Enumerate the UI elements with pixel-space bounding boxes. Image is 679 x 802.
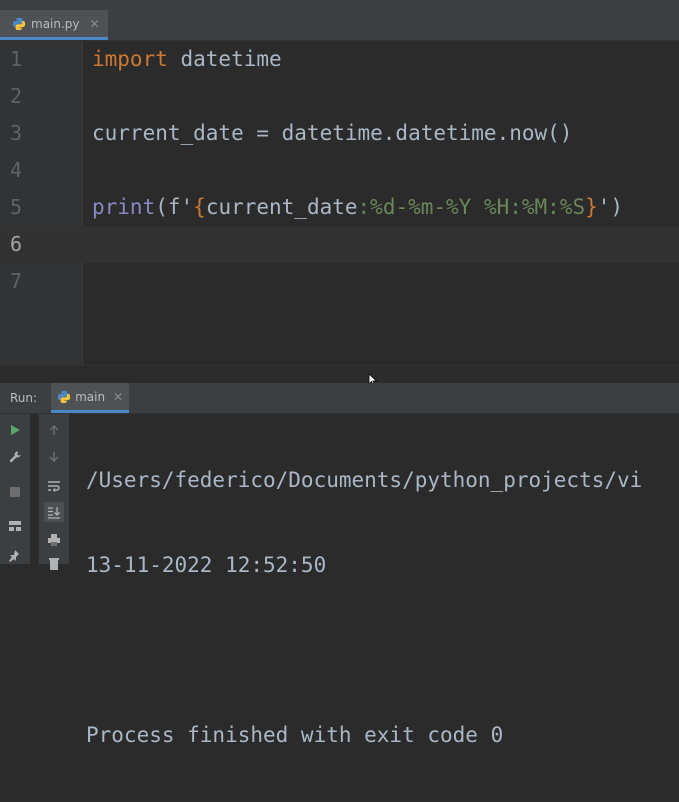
line-number: 3 [9, 121, 23, 145]
close-tab-icon[interactable]: ✕ [90, 17, 100, 31]
arrow-up-icon [49, 424, 59, 435]
code-text: print(f'{current_date:%d-%m-%Y %H:%M:%S}… [92, 195, 624, 219]
run-panel-header: Run: main ✕ [0, 383, 679, 414]
code-editor[interactable]: 1 import datetime 2 3 current_date = dat… [0, 41, 679, 365]
play-icon [11, 425, 20, 435]
line-number: 4 [9, 158, 23, 182]
trash-icon [49, 558, 59, 570]
print-button[interactable] [44, 530, 64, 550]
console-line: 13-11-2022 12:52:50 [86, 553, 327, 577]
code-line-1[interactable]: 1 import datetime [0, 41, 679, 78]
arrow-down-icon [49, 452, 59, 463]
stop-icon [10, 487, 20, 497]
panel-splitter[interactable] [0, 365, 679, 384]
run-tab-label: main [75, 389, 106, 404]
editor-tab-bar: main.py ✕ [0, 10, 679, 41]
code-line-3[interactable]: 3 current_date = datetime.datetime.now() [0, 115, 679, 152]
close-run-tab-icon[interactable]: ✕ [113, 390, 123, 404]
clear-button[interactable] [44, 554, 64, 574]
editor-tab-main-py[interactable]: main.py ✕ [0, 10, 108, 40]
console-line: Process finished with exit code 0 [86, 723, 504, 747]
scroll-up-button[interactable] [44, 420, 64, 440]
run-toolbar-right [38, 414, 69, 570]
title-bar [0, 0, 679, 10]
line-number: 7 [9, 269, 23, 293]
layout-button[interactable] [5, 516, 25, 536]
run-toolbar-left [0, 414, 30, 564]
run-label: Run: [10, 391, 38, 405]
code-line-2[interactable]: 2 [0, 78, 679, 115]
stop-button[interactable] [5, 482, 25, 502]
line-number: 1 [9, 47, 23, 71]
wrench-icon [9, 451, 21, 463]
run-tab-main[interactable]: main ✕ [51, 383, 130, 413]
code-line-6[interactable]: 6 [0, 226, 679, 263]
console-output: /Users/federico/Documents/python_project… [86, 414, 642, 802]
code-text: import datetime [92, 47, 282, 71]
rerun-button[interactable] [5, 420, 25, 440]
python-file-icon [12, 17, 26, 30]
run-console[interactable]: /Users/federico/Documents/python_project… [0, 414, 679, 747]
layout-icon [9, 521, 21, 531]
scroll-to-end-button[interactable] [44, 502, 64, 522]
settings-button[interactable] [5, 447, 25, 467]
pin-icon [9, 550, 19, 562]
scroll-to-end-icon [48, 507, 60, 519]
line-number: 2 [9, 84, 23, 108]
code-line-4[interactable]: 4 [0, 152, 679, 189]
editor-tab-label: main.py [31, 16, 80, 31]
printer-icon [48, 534, 60, 546]
line-number: 6 [9, 232, 23, 256]
code-line-7[interactable]: 7 [0, 263, 679, 300]
console-line: /Users/federico/Documents/python_project… [86, 468, 643, 492]
code-text: current_date = datetime.datetime.now() [92, 121, 573, 145]
pin-button[interactable] [5, 546, 25, 566]
scroll-down-button[interactable] [44, 447, 64, 467]
soft-wrap-button[interactable] [44, 476, 64, 496]
code-line-5[interactable]: 5 print(f'{current_date:%d-%m-%Y %H:%M:%… [0, 189, 679, 226]
line-number: 5 [9, 195, 23, 219]
python-run-icon [57, 390, 71, 403]
soft-wrap-icon [48, 481, 60, 492]
